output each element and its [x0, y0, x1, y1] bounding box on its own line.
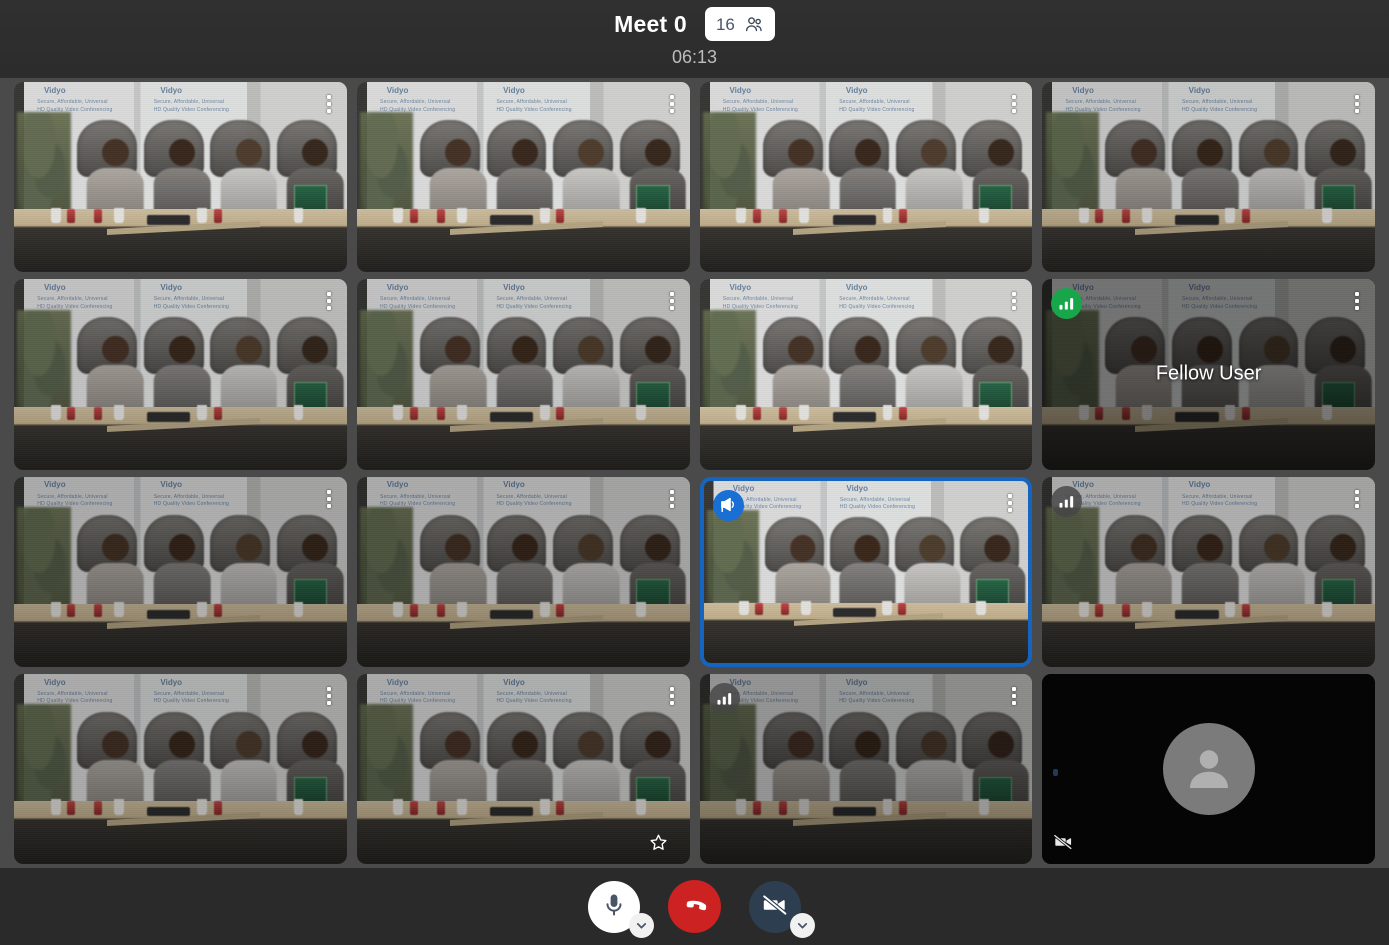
- participant-name: Fellow User: [1155, 362, 1262, 385]
- participant-tile[interactable]: Vidyo Vidyo Secure, Affordable, Universal H…: [14, 476, 347, 667]
- participant-tile[interactable]: Vidyo Vidyo Secure, Affordable, Universal H…: [699, 476, 1033, 667]
- meeting-header-row: Meet 0 16: [614, 6, 775, 42]
- more-options-icon[interactable]: [1348, 287, 1366, 315]
- camera-off-icon: [1053, 834, 1073, 855]
- participant-video: Vidyo Vidyo Secure, Affordable, Universal H…: [14, 82, 347, 273]
- participant-video: Vidyo Vidyo Secure, Affordable, Universal H…: [356, 279, 690, 470]
- participant-video: Vidyo Vidyo Secure, Affordable, Universal H…: [14, 673, 347, 864]
- participants-badge[interactable]: 16: [704, 7, 775, 41]
- meeting-header: Meet 0 16 06:13: [0, 0, 1389, 78]
- more-options-icon[interactable]: [1001, 489, 1019, 517]
- pin-star-icon[interactable]: [649, 833, 668, 857]
- network-signal-icon: [708, 682, 740, 714]
- microphone-icon: [602, 892, 626, 921]
- participant-tile[interactable]: [1042, 673, 1375, 864]
- participant-tile[interactable]: Vidyo Vidyo Secure, Affordable, Universal H…: [1042, 476, 1375, 667]
- more-options-icon[interactable]: [663, 90, 681, 118]
- participant-tile[interactable]: Vidyo Vidyo Secure, Affordable, Universal H…: [14, 279, 347, 470]
- more-options-icon[interactable]: [320, 682, 338, 710]
- participant-count: 16: [715, 14, 735, 34]
- participant-video: Vidyo Vidyo Secure, Affordable, Universal H…: [699, 673, 1033, 864]
- microphone-button[interactable]: [588, 880, 654, 938]
- more-options-icon[interactable]: [320, 287, 338, 315]
- hangup-phone-icon: [681, 891, 709, 922]
- more-options-icon[interactable]: [1005, 90, 1023, 118]
- participant-video: Vidyo Vidyo Secure, Affordable, Universal H…: [14, 476, 347, 667]
- participant-tile[interactable]: Vidyo Vidyo Secure, Affordable, Universal H…: [699, 279, 1033, 470]
- participant-tile[interactable]: Vidyo Vidyo Secure, Affordable, Universal H…: [699, 673, 1033, 864]
- participant-video: Vidyo Vidyo Secure, Affordable, Universal H…: [699, 279, 1033, 470]
- microphone-options-button[interactable]: [629, 912, 654, 938]
- people-group-icon: [744, 15, 764, 33]
- network-signal-icon: [1051, 485, 1083, 517]
- video-grid: Vidyo Vidyo Secure, Affordable, Universal H…: [14, 82, 1375, 864]
- camera-off-icon: [761, 892, 789, 921]
- hangup-button[interactable]: [668, 880, 721, 933]
- participant-tile[interactable]: Vidyo Vidyo Secure, Affordable, Universal H…: [699, 82, 1033, 273]
- participant-tile[interactable]: Vidyo Vidyo Secure, Affordable, Universal H…: [356, 476, 690, 667]
- participant-tile[interactable]: Vidyo Vidyo Secure, Affordable, Universal H…: [14, 673, 347, 864]
- participant-video: Vidyo Vidyo Secure, Affordable, Universal H…: [1042, 476, 1375, 667]
- more-options-icon[interactable]: [1005, 287, 1023, 315]
- more-options-icon[interactable]: [1005, 682, 1023, 710]
- more-options-icon[interactable]: [320, 90, 338, 118]
- participant-tile[interactable]: Vidyo Vidyo Secure, Affordable, Universal H…: [1042, 279, 1375, 470]
- participant-tile[interactable]: Vidyo Vidyo Secure, Affordable, Universal H…: [356, 673, 690, 864]
- participant-tile[interactable]: Vidyo Vidyo Secure, Affordable, Universal H…: [356, 82, 690, 273]
- connection-dot: [1053, 768, 1059, 776]
- participant-tile[interactable]: Vidyo Vidyo Secure, Affordable, Universal H…: [356, 279, 690, 470]
- participant-video: Vidyo Vidyo Secure, Affordable, Universal H…: [356, 673, 690, 864]
- more-options-icon[interactable]: [663, 287, 681, 315]
- dominant-speaker-icon: [712, 489, 744, 521]
- camera-button[interactable]: [749, 880, 815, 938]
- more-options-icon[interactable]: [663, 485, 681, 513]
- meeting-timer: 06:13: [671, 47, 718, 67]
- page-title: Meet 0: [614, 11, 687, 37]
- avatar-placeholder: [1042, 673, 1375, 864]
- more-options-icon[interactable]: [320, 485, 338, 513]
- participant-video: Vidyo Vidyo Secure, Affordable, Universal H…: [699, 82, 1033, 273]
- more-options-icon[interactable]: [663, 682, 681, 710]
- participant-tile[interactable]: Vidyo Vidyo Secure, Affordable, Universal H…: [14, 82, 347, 273]
- more-options-icon[interactable]: [1348, 90, 1366, 118]
- participant-tile[interactable]: Vidyo Vidyo Secure, Affordable, Universal H…: [1042, 82, 1375, 273]
- participant-video: Vidyo Vidyo Secure, Affordable, Universal H…: [356, 476, 690, 667]
- participant-video: Vidyo Vidyo Secure, Affordable, Universal H…: [1042, 82, 1375, 273]
- camera-options-button[interactable]: [790, 912, 815, 938]
- person-avatar-icon: [1162, 722, 1255, 815]
- participant-video: Vidyo Vidyo Secure, Affordable, Universal H…: [356, 82, 690, 273]
- more-options-icon[interactable]: [1348, 485, 1366, 513]
- video-grid-area: Vidyo Vidyo Secure, Affordable, Universal H…: [0, 78, 1389, 868]
- participant-video: Vidyo Vidyo Secure, Affordable, Universal H…: [703, 480, 1029, 663]
- call-controls-bar: [0, 868, 1389, 945]
- participant-video: Vidyo Vidyo Secure, Affordable, Universal H…: [14, 279, 347, 470]
